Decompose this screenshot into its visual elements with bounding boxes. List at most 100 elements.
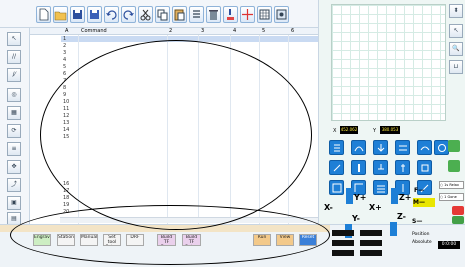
open-folder-icon[interactable] xyxy=(53,6,68,23)
row-number: 5 xyxy=(63,64,67,70)
station-button[interactable]: Station xyxy=(57,234,75,246)
row-number: 9 xyxy=(63,92,67,98)
manual-button[interactable]: Manual xyxy=(80,234,98,246)
save-icon[interactable] xyxy=(70,6,85,23)
s-button[interactable]: S— xyxy=(412,218,422,225)
spindle-icon[interactable] xyxy=(351,160,366,175)
z-minus-button[interactable]: Z- xyxy=(397,212,406,221)
arc-icon[interactable] xyxy=(351,140,366,155)
zoom-fit-icon[interactable]: ⬍ xyxy=(449,4,463,18)
horizontal-scrollbar[interactable] xyxy=(60,217,318,223)
command-table: A Command 2 3 4 5 6 1 2 3 4 5 6 7 8 9 10… xyxy=(30,28,318,224)
row-number: 15 xyxy=(63,134,70,140)
m-button[interactable]: M— xyxy=(413,198,435,207)
pen-icon[interactable] xyxy=(329,160,344,175)
col-header-a: A xyxy=(65,28,69,34)
col-header-6: 6 xyxy=(291,28,295,34)
green-up-icon[interactable] xyxy=(448,140,460,152)
z-plus-button[interactable]: Z+ xyxy=(399,193,412,202)
paste-icon[interactable] xyxy=(172,6,187,23)
row-number: 13 xyxy=(63,120,70,126)
redo-icon[interactable] xyxy=(121,6,136,23)
view-button[interactable]: View xyxy=(276,234,294,246)
slash-icon[interactable]: // xyxy=(7,50,21,64)
settings-icon[interactable] xyxy=(274,6,289,23)
option-1-gone[interactable]: ○ 1 Gone xyxy=(439,193,464,201)
snap-icon[interactable] xyxy=(329,140,344,155)
engrave-button[interactable]: Engrave xyxy=(33,234,51,246)
row-number: 14 xyxy=(63,127,70,133)
x-plus-button[interactable]: X+ xyxy=(369,203,382,212)
absolute-label: Absolute xyxy=(412,240,432,245)
reset-button[interactable]: Reset xyxy=(299,234,317,246)
readout-4 xyxy=(360,240,382,246)
crosshair-icon[interactable] xyxy=(240,6,255,23)
circle-icon[interactable] xyxy=(434,140,449,155)
origin-icon[interactable]: ◎ xyxy=(7,88,21,102)
column-divider xyxy=(230,35,231,224)
row-number: 17 xyxy=(63,188,70,194)
option-1s-relax[interactable]: ○ 1s Relax xyxy=(439,181,464,189)
tool-icon[interactable] xyxy=(223,6,238,23)
path-icon[interactable]: ⤴ xyxy=(7,178,21,192)
align-icon[interactable] xyxy=(395,140,410,155)
row-number: 18 xyxy=(63,195,70,201)
cut-icon[interactable] xyxy=(138,6,153,23)
status-readouts xyxy=(332,230,412,260)
table-header: A Command 2 3 4 5 6 xyxy=(30,28,318,35)
copy-icon[interactable] xyxy=(155,6,170,23)
set-tool-button[interactable]: Set tool Setup xyxy=(103,234,121,246)
camera-icon[interactable]: ▣ xyxy=(7,196,21,210)
drill-icon[interactable] xyxy=(395,160,410,175)
down-arrow-icon[interactable] xyxy=(373,140,388,155)
measure-icon[interactable]: ⊔ xyxy=(449,60,463,74)
rotate-icon[interactable]: ⟳ xyxy=(7,124,21,138)
m-button-label: M— xyxy=(413,199,425,206)
y-coord-label: Y xyxy=(373,128,377,134)
right-panel: ⬍ ↖ 🔍 ⊔ X 452.062 Y 380.053 X- Y+ X+ Z+ … xyxy=(318,0,465,224)
probe-icon[interactable] xyxy=(373,160,388,175)
green-down-icon[interactable] xyxy=(448,160,460,172)
row-number: 20 xyxy=(63,209,70,215)
column-divider xyxy=(288,35,289,224)
f-button[interactable]: F— xyxy=(414,187,424,194)
table-icon[interactable] xyxy=(257,6,272,23)
delete-icon[interactable] xyxy=(206,6,221,23)
readout-3 xyxy=(332,240,354,246)
time-display: 0:0:00 xyxy=(438,241,460,249)
side-tools: ⬍ ↖ 🔍 ⊔ xyxy=(449,4,463,124)
save-as-icon[interactable] xyxy=(87,6,102,23)
green-start-icon[interactable] xyxy=(452,216,464,224)
column-divider xyxy=(167,35,168,224)
red-stop-icon[interactable] xyxy=(452,206,464,215)
undo-icon[interactable] xyxy=(104,6,119,23)
zoom-icon[interactable]: 🔍 xyxy=(449,42,463,56)
cursor-icon[interactable]: ↖ xyxy=(7,32,21,46)
preview-canvas[interactable] xyxy=(331,4,446,121)
x-minus-button[interactable]: X- xyxy=(324,203,333,212)
y-plus-arrow[interactable] xyxy=(346,188,353,204)
col-header-3: 3 xyxy=(201,28,205,34)
skew-icon[interactable]: /⁄ xyxy=(7,68,21,82)
move-icon[interactable]: ✥ xyxy=(7,160,21,174)
build-tf-from-button[interactable]: Build TF From xyxy=(157,234,176,246)
y-minus-button[interactable]: Y- xyxy=(352,214,360,223)
tool-change-icon[interactable] xyxy=(417,160,432,175)
list-view-icon[interactable]: ≡ xyxy=(7,142,21,156)
pointer-icon[interactable]: ↖ xyxy=(449,24,463,38)
stack-icon[interactable] xyxy=(373,180,388,195)
z-plus-arrow[interactable] xyxy=(391,188,398,204)
y-plus-button[interactable]: Y+ xyxy=(354,193,367,202)
run-button[interactable]: Run xyxy=(253,234,271,246)
x-coord-label: X xyxy=(333,128,337,134)
drf-button[interactable]: DRF xyxy=(126,234,144,246)
readout-2 xyxy=(360,230,382,236)
frame-icon[interactable] xyxy=(329,180,344,195)
build-tf-setup-button[interactable]: Build TF Setup xyxy=(182,234,201,246)
row-numbers: 1 2 3 4 5 6 7 8 9 10 11 12 13 14 15 16 1… xyxy=(63,36,75,222)
new-file-icon[interactable] xyxy=(36,6,51,23)
selected-row[interactable] xyxy=(61,36,318,42)
grid-icon[interactable]: ▦ xyxy=(7,106,21,120)
curve-icon[interactable] xyxy=(417,140,432,155)
list-icon[interactable] xyxy=(189,6,204,23)
